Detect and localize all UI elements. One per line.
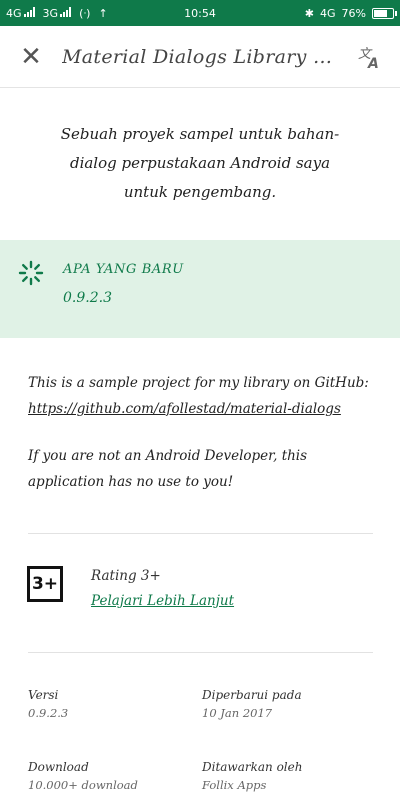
offered-by-value: Follix Apps: [202, 778, 267, 792]
status-right: ✱ 4G 76%: [304, 6, 397, 20]
updated-value: 10 Jan 2017: [202, 706, 273, 720]
signal-icon: [23, 6, 35, 17]
close-icon[interactable]: ✕: [0, 26, 62, 88]
content-rating-badge: 3+: [27, 566, 63, 602]
whats-new-label: APA YANG BARU: [63, 262, 184, 277]
bluetooth-icon: ✱: [304, 6, 315, 20]
status-left: 4G 3G (ᐧ) ↑: [6, 6, 108, 20]
downloads-label: Download: [28, 760, 89, 774]
signal-icon: [60, 6, 72, 17]
body-text-line: This is a sample project for my library …: [28, 375, 369, 391]
battery-icon: [372, 7, 397, 19]
divider: [28, 533, 373, 534]
downloads-value: 10.000+ download: [28, 778, 138, 792]
version-value: 0.9.2.3: [28, 706, 69, 720]
translate-icon[interactable]: 文 A: [340, 26, 400, 88]
app-toolbar: ✕ Material Dialogs Library D... 文 A: [0, 26, 400, 88]
rating-label: Rating 3+: [91, 568, 161, 584]
wifi-icon: (ᐧ): [79, 6, 91, 20]
page-title: Material Dialogs Library D...: [62, 45, 340, 68]
sim1-network: 4G: [6, 6, 35, 20]
divider: [28, 652, 373, 653]
sim1-label: 4G: [6, 6, 22, 20]
whats-new-section[interactable]: APA YANG BARU 0.9.2.3: [0, 240, 400, 338]
upload-icon: ↑: [98, 6, 108, 20]
offered-by-label: Ditawarkan oleh: [202, 760, 303, 774]
battery-percent: 76%: [341, 6, 366, 20]
body-paragraph-1: This is a sample project for my library …: [28, 370, 373, 422]
loading-spinner-icon: [18, 260, 44, 286]
updated-label: Diperbarui pada: [202, 688, 302, 702]
whats-new-version: 0.9.2.3: [63, 290, 112, 306]
svg-text:A: A: [367, 56, 379, 70]
translate-icon-svg: 文 A: [358, 46, 379, 70]
network-type: 4G: [320, 6, 336, 20]
battery-fill: [374, 9, 387, 17]
body-paragraph-2: If you are not an Android Developer, thi…: [28, 448, 308, 490]
version-label: Versi: [28, 688, 59, 702]
sim2-network: 3G: [42, 6, 72, 20]
app-description: Sebuah proyek sampel untuk bahan-dialog …: [60, 125, 340, 201]
github-link[interactable]: https://github.com/afollestad/material-d…: [28, 396, 373, 422]
sim2-label: 3G: [42, 6, 59, 20]
learn-more-link[interactable]: Pelajari Lebih Lanjut: [91, 593, 234, 609]
status-bar: 4G 3G (ᐧ) ↑ 10:54 ✱ 4G 76%: [0, 0, 400, 26]
